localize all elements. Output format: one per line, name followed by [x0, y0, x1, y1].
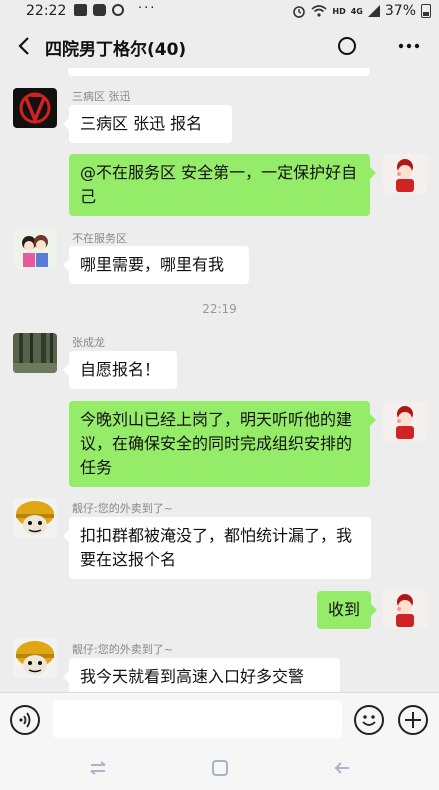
back-arrow-icon[interactable] — [12, 30, 36, 62]
gallery-notification-icon — [74, 4, 87, 16]
message-timestamp: 22:19 — [202, 302, 237, 316]
voice-input-icon[interactable] — [10, 705, 40, 735]
sender-name: 三病区 张迅 — [72, 90, 131, 103]
alarm-icon — [293, 6, 306, 18]
message-bubble[interactable]: 收到 — [317, 591, 377, 629]
app-notification-icon — [93, 4, 106, 16]
message-text-input[interactable] — [53, 700, 342, 738]
message-bubble[interactable]: 哪里需要，哪里有我 — [63, 246, 249, 284]
home-icon[interactable] — [208, 756, 232, 780]
v-logo-avatar[interactable] — [13, 88, 57, 128]
helmet-meme-avatar[interactable] — [13, 498, 57, 538]
back-nav-icon[interactable] — [330, 756, 354, 780]
helmet-meme-avatar[interactable] — [13, 638, 57, 678]
more-options-icon[interactable] — [396, 33, 422, 59]
battery-percent: 37% — [384, 3, 416, 19]
chat-header: 四院男丁格尔(40) — [0, 24, 439, 68]
message-bubble[interactable]: 自愿报名！ — [63, 351, 177, 389]
mini-program-icon[interactable] — [336, 35, 358, 57]
network-4g-indicator: 4G — [350, 6, 363, 16]
message-list[interactable]: 三病区 张迅 三病区 张迅 报名 @不在服务区 安全第一，一定保护好自己 不在服… — [0, 68, 439, 692]
notification-icons — [74, 4, 124, 16]
message-bubble[interactable]: 今晚刘山已经上岗了，明天听听他的建议，在确保安全的同时完成组织安排的任务 — [69, 401, 376, 487]
message-input-bar — [0, 692, 439, 746]
status-bar: 22:22 ··· HD 4G 37% — [0, 0, 439, 24]
wifi-icon — [311, 5, 327, 17]
system-navigation-bar — [0, 746, 439, 790]
sync-notification-icon — [112, 4, 124, 16]
message-bubble[interactable]: 三病区 张迅 报名 — [63, 105, 232, 143]
message-bubble[interactable]: @不在服务区 安全第一，一定保护好自己 — [69, 154, 376, 216]
recent-apps-icon[interactable] — [86, 756, 110, 780]
sender-name: 靓仔:您的外卖到了~ — [72, 502, 173, 515]
sender-name: 不在服务区 — [72, 232, 127, 245]
couple-cartoon-avatar[interactable] — [13, 229, 57, 269]
previous-message-bubble — [68, 68, 370, 76]
self-cartoon-avatar[interactable] — [383, 154, 427, 194]
sender-name: 张成龙 — [72, 336, 105, 349]
message-bubble[interactable]: 扣扣群都被淹没了，都怕统计漏了，我要在这报个名 — [63, 517, 371, 579]
battery-icon — [421, 4, 431, 18]
more-notifications-icon: ··· — [138, 1, 157, 16]
chat-title: 四院男丁格尔(40) — [45, 40, 187, 60]
self-cartoon-avatar[interactable] — [383, 401, 427, 441]
hd-indicator: HD — [332, 6, 346, 16]
add-attachment-icon[interactable] — [398, 705, 428, 735]
forest-photo-avatar[interactable] — [13, 333, 57, 373]
self-cartoon-avatar[interactable] — [383, 589, 427, 629]
status-time: 22:22 — [26, 3, 67, 19]
signal-icon — [367, 5, 380, 17]
message-bubble[interactable]: 我今天就看到高速入口好多交警 — [63, 658, 340, 692]
emoji-icon[interactable] — [354, 705, 384, 735]
sender-name: 靓仔:您的外卖到了~ — [72, 643, 173, 656]
